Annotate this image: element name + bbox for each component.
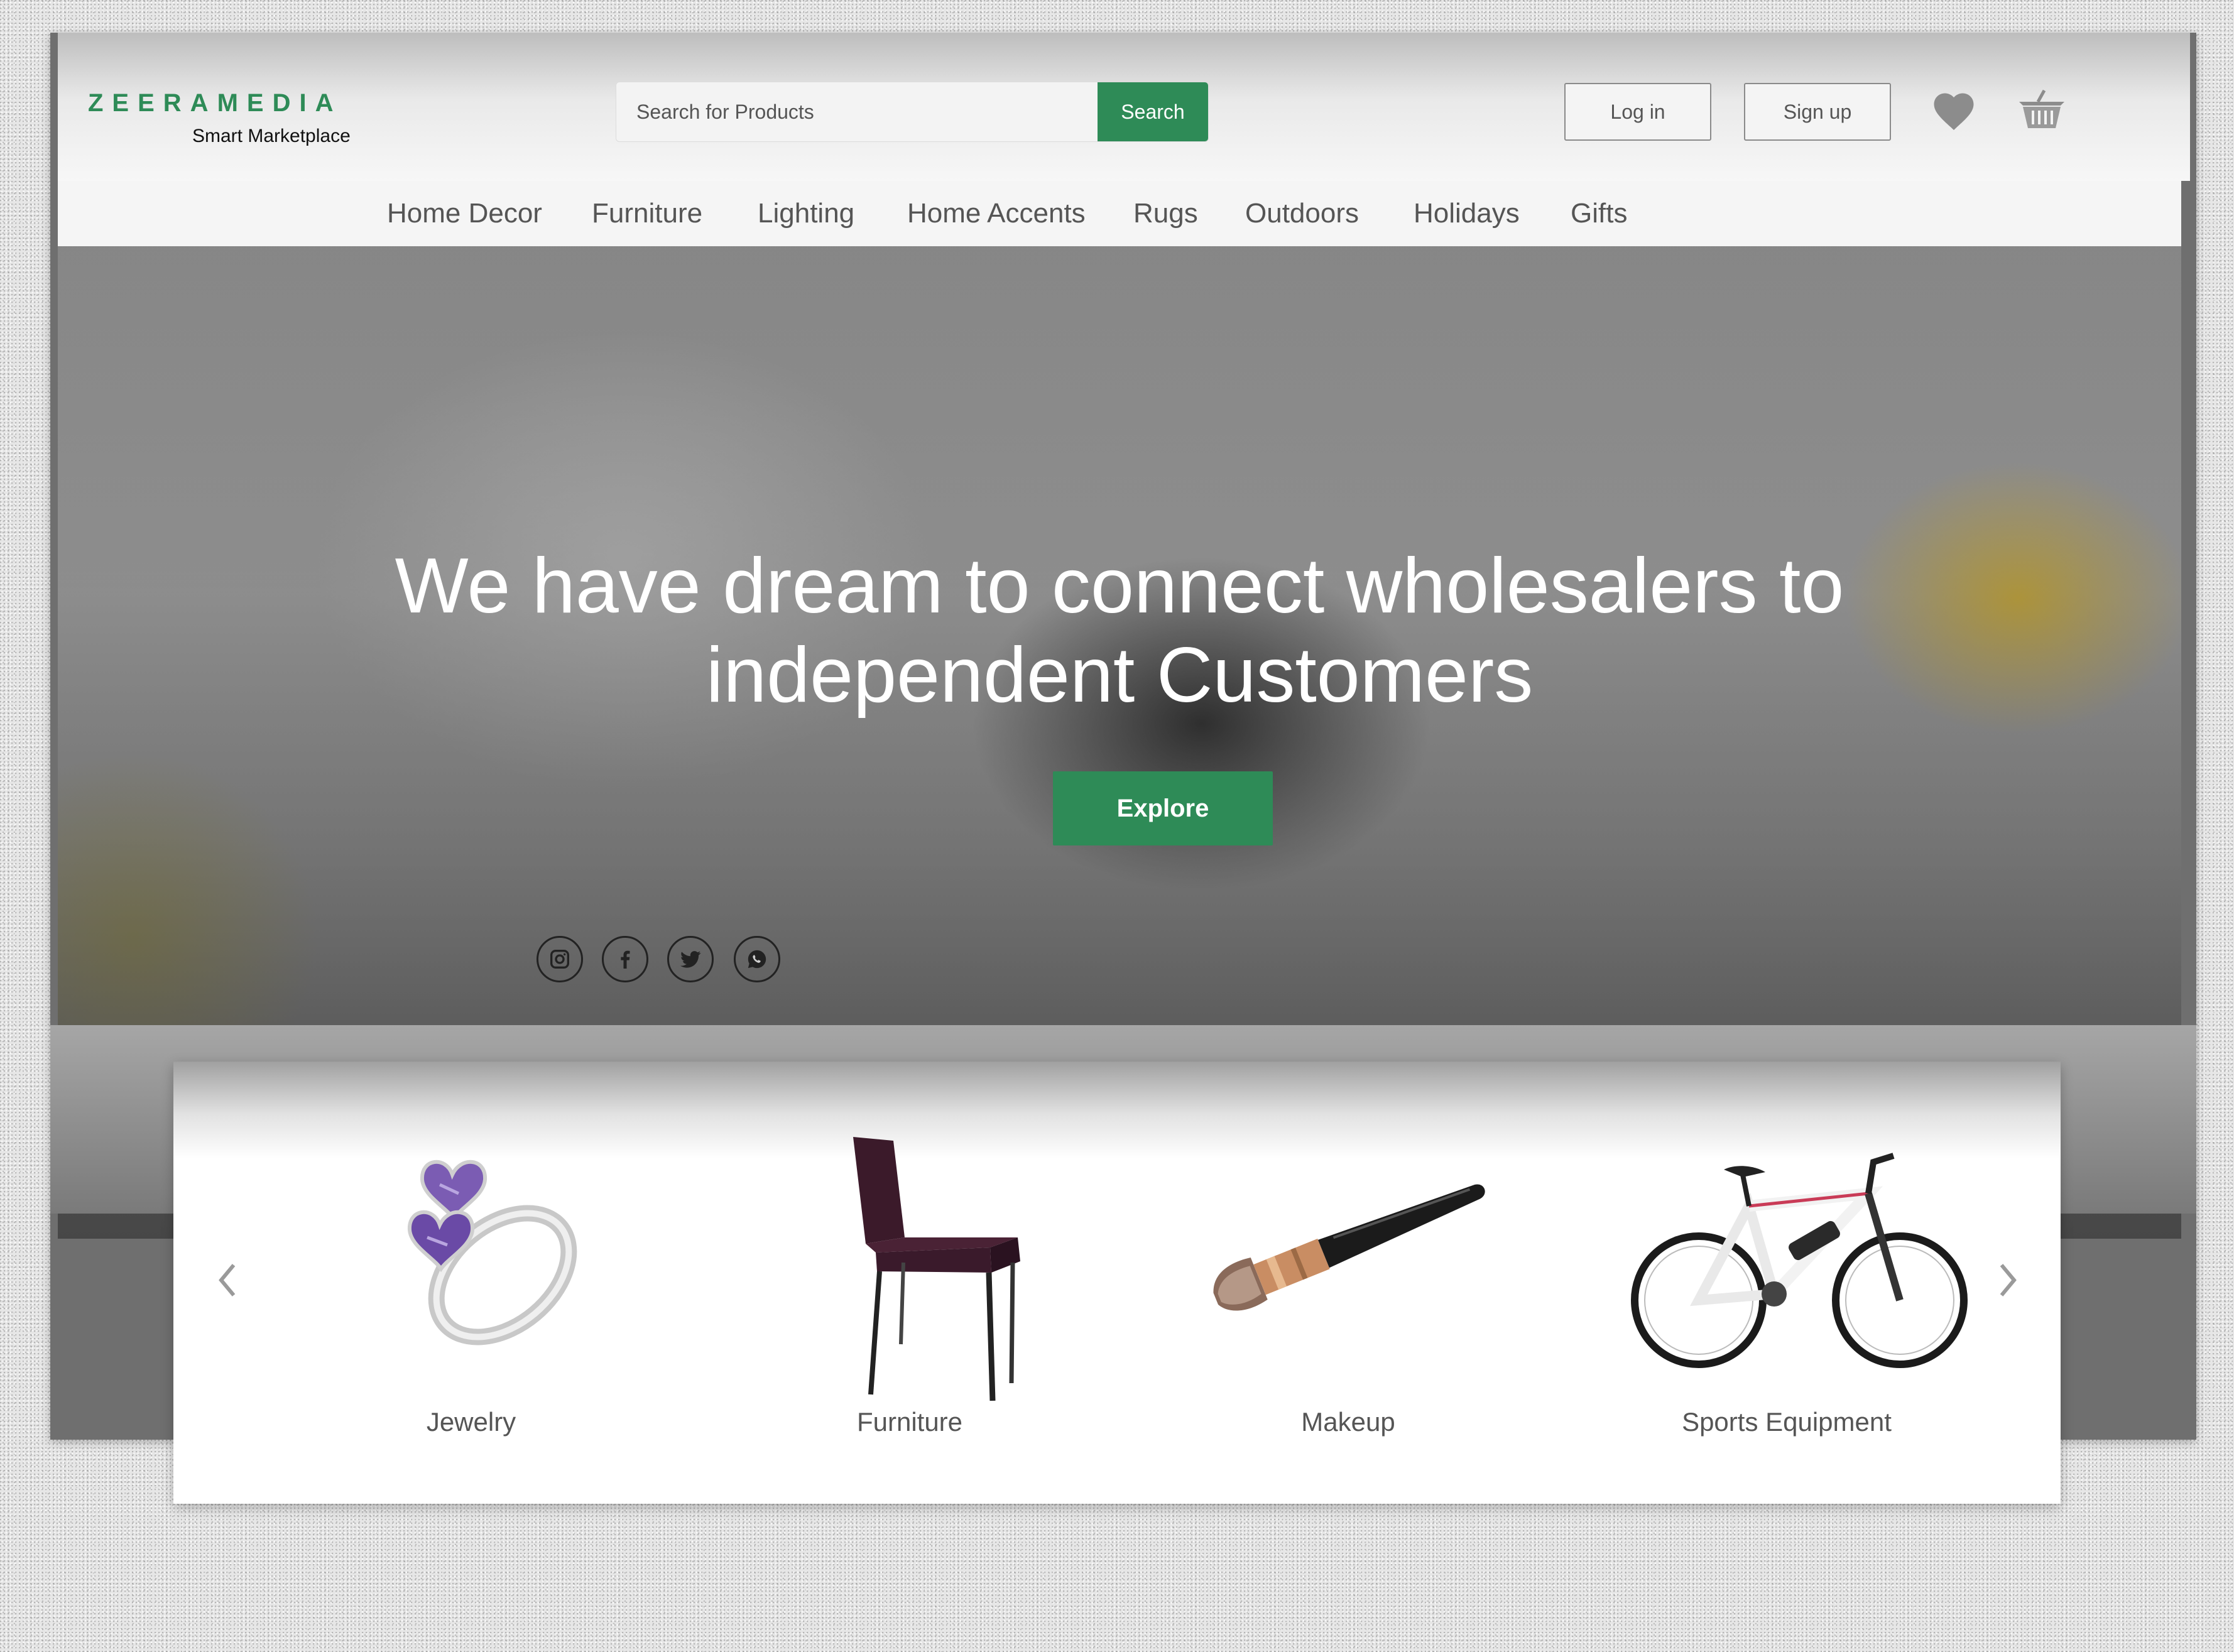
nav-item-gifts[interactable]: Gifts	[1571, 181, 1627, 246]
category-card-makeup[interactable]: Makeup	[1185, 1062, 1512, 1504]
login-button[interactable]: Log in	[1564, 83, 1711, 141]
category-carousel: Jewelry Furniture Makeup Sports Equipmen…	[173, 1062, 2061, 1504]
category-label-makeup: Makeup	[1301, 1407, 1395, 1437]
carousel-next-arrow-icon[interactable]	[1995, 1260, 2020, 1303]
site-header: ZEERAMEDIA Smart Marketplace Search Log …	[58, 33, 2190, 181]
nav-item-home-accents[interactable]: Home Accents	[907, 181, 1086, 246]
category-card-sports-equipment[interactable]: Sports Equipment	[1623, 1062, 1968, 1504]
nav-item-lighting[interactable]: Lighting	[758, 181, 854, 246]
nav-item-outdoors[interactable]: Outdoors	[1245, 181, 1359, 246]
category-label-furniture: Furniture	[856, 1407, 963, 1437]
heart-icon[interactable]	[1931, 90, 1976, 135]
hero-title-line-2: independent Customers	[706, 632, 1534, 719]
search-button[interactable]: Search	[1098, 82, 1208, 141]
nav-item-home-decor[interactable]: Home Decor	[387, 181, 542, 246]
category-label-jewelry: Jewelry	[426, 1407, 516, 1437]
search-input[interactable]	[616, 82, 1094, 141]
ring-image	[407, 1160, 577, 1345]
category-nav: Home Decor Furniture Lighting Home Accen…	[58, 181, 2181, 247]
category-card-furniture[interactable]: Furniture	[746, 1062, 1073, 1504]
cart-icon[interactable]	[2017, 88, 2067, 135]
bicycle-image	[1631, 1153, 1968, 1368]
twitter-icon[interactable]	[667, 936, 714, 982]
brand-logo[interactable]: ZEERAMEDIA	[88, 89, 342, 117]
carousel-prev-arrow-icon[interactable]	[215, 1260, 240, 1303]
explore-button[interactable]: Explore	[1053, 771, 1273, 845]
brand-tagline: Smart Marketplace	[192, 126, 351, 146]
nav-item-furniture[interactable]: Furniture	[592, 181, 702, 246]
whatsapp-icon[interactable]	[734, 936, 780, 982]
hero-title: We have dream to connect wholesalers to …	[359, 541, 1880, 720]
instagram-icon[interactable]	[537, 936, 583, 982]
category-card-jewelry[interactable]: Jewelry	[308, 1062, 635, 1504]
makeup-brush-image	[1213, 1184, 1485, 1311]
category-label-sports-equipment: Sports Equipment	[1682, 1407, 1892, 1437]
search-bar: Search	[616, 82, 1209, 142]
signup-button[interactable]: Sign up	[1744, 83, 1891, 141]
nav-item-holidays[interactable]: Holidays	[1414, 181, 1520, 246]
hero-title-line-1: We have dream to connect wholesalers to	[395, 543, 1844, 629]
facebook-icon[interactable]	[602, 936, 648, 982]
nav-item-rugs[interactable]: Rugs	[1133, 181, 1198, 246]
chair-image	[853, 1137, 1020, 1401]
